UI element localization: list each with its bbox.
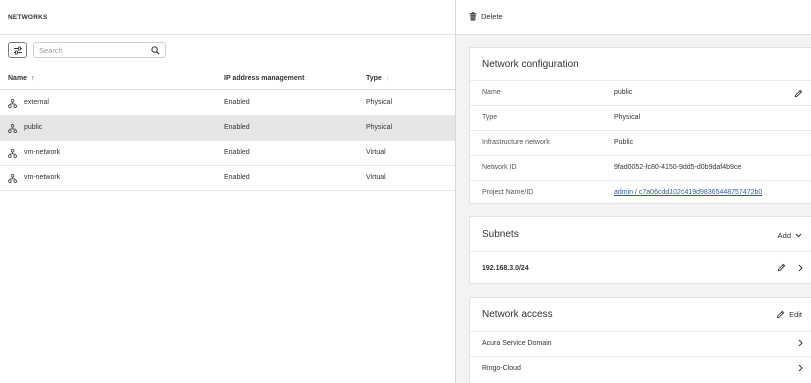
row-name: vm-network xyxy=(24,174,61,181)
field-row-infrastructure-network: Infrastructure network Public xyxy=(470,130,811,155)
column-header-ipam[interactable]: IP address management xyxy=(224,75,304,82)
sort-ascending-icon: ↑ xyxy=(31,75,35,82)
network-icon xyxy=(8,99,17,108)
filter-button[interactable] xyxy=(8,42,27,58)
field-label: Name xyxy=(482,89,501,96)
card-title: Network configuration xyxy=(482,59,579,70)
card-title: Network access xyxy=(482,309,553,320)
table-row[interactable]: vm-network Enabled Virtual xyxy=(0,141,455,166)
access-item-label: Acura Service Domain xyxy=(482,340,552,347)
page-title: NETWORKS xyxy=(8,14,48,21)
field-row-type: Type Physical xyxy=(470,105,811,130)
table-header: Name ↑ IP address management Type ↓ xyxy=(0,68,455,90)
edit-access-button[interactable]: Edit xyxy=(776,310,802,319)
edit-label: Edit xyxy=(789,310,802,319)
network-icon xyxy=(8,124,17,133)
field-value: Physical xyxy=(614,114,641,121)
card-title: Subnets xyxy=(482,229,519,240)
row-name: public xyxy=(24,124,43,131)
column-header-name[interactable]: Name ↑ xyxy=(8,75,35,82)
chevron-down-icon xyxy=(795,233,802,238)
search-icon[interactable] xyxy=(151,46,160,55)
delete-button[interactable]: Delete xyxy=(469,12,503,21)
networks-list-pane: NETWORKS Name↑ IP address management Typ… xyxy=(0,0,455,383)
field-row-project: Project Name/ID admin / c7a06cdd102c419d… xyxy=(470,180,811,205)
row-ipam: Enabled xyxy=(224,99,250,106)
access-item[interactable]: Ringo-Cloud xyxy=(470,356,811,381)
subnet-actions xyxy=(777,263,803,272)
add-label: Add xyxy=(777,231,791,240)
field-label: Infrastructure network xyxy=(482,139,550,146)
field-value: public xyxy=(614,89,633,96)
chevron-right-icon[interactable] xyxy=(798,264,803,272)
network-icon xyxy=(8,149,17,158)
row-ipam: Enabled xyxy=(224,124,250,131)
field-label: Type xyxy=(482,114,498,121)
subnets-card: Subnets Add 192.168.3.0/24 xyxy=(469,216,811,284)
table-row[interactable]: public Enabled Physical xyxy=(0,116,455,141)
sort-descending-icon: ↓ xyxy=(385,75,390,82)
add-subnet-button[interactable]: Add xyxy=(778,231,802,240)
row-name: external xyxy=(24,99,49,106)
subnet-cidr: 192.168.3.0/24 xyxy=(482,265,529,272)
row-type: Physical xyxy=(366,124,393,131)
field-label: Network ID xyxy=(482,164,517,171)
field-value: Public xyxy=(614,139,634,146)
chevron-right-icon xyxy=(798,364,803,372)
table-row[interactable]: vm-network Enabled Virtual xyxy=(0,166,455,191)
row-ipam: Enabled xyxy=(224,149,250,156)
filter-icon xyxy=(13,46,22,54)
row-type: Physical xyxy=(366,99,393,106)
access-item[interactable]: Acura Service Domain xyxy=(470,331,811,356)
search-box xyxy=(33,42,166,58)
table-row[interactable]: external Enabled Physical xyxy=(0,91,455,116)
divider xyxy=(0,34,455,35)
access-item-label: Ringo-Cloud xyxy=(482,365,521,372)
pencil-icon xyxy=(776,310,785,319)
field-row-name: Name public xyxy=(470,80,811,105)
search-input[interactable] xyxy=(34,43,144,57)
network-access-card: Network access Edit Acura Service Domain… xyxy=(469,297,811,383)
field-label: Project Name/ID xyxy=(482,189,534,196)
network-configuration-card: Network configuration Name public Type P… xyxy=(469,47,811,204)
delete-label: Delete xyxy=(481,12,503,21)
pencil-icon[interactable] xyxy=(777,263,786,272)
row-type: Virtual xyxy=(366,149,386,156)
details-toolbar: Delete xyxy=(456,0,811,35)
trash-icon xyxy=(469,12,477,21)
project-link[interactable]: admin / c7a06cdd102c419d98365448757472b0 xyxy=(614,189,762,196)
pencil-icon[interactable] xyxy=(794,89,803,98)
field-value: 9fad0052-fc80-4150-9dd5-d0b9daf4b9ce xyxy=(614,164,742,171)
row-type: Virtual xyxy=(366,174,386,181)
subnet-row[interactable]: 192.168.3.0/24 xyxy=(470,251,811,284)
row-ipam: Enabled xyxy=(224,174,250,181)
chevron-right-icon xyxy=(798,339,803,347)
field-row-network-id: Network ID 9fad0052-fc80-4150-9dd5-d0b9d… xyxy=(470,155,811,180)
network-icon xyxy=(8,174,17,183)
column-header-type[interactable]: Type ↓ xyxy=(366,75,389,82)
row-name: vm-network xyxy=(24,149,61,156)
network-details-panel: Delete Network configuration Name public… xyxy=(455,0,811,383)
